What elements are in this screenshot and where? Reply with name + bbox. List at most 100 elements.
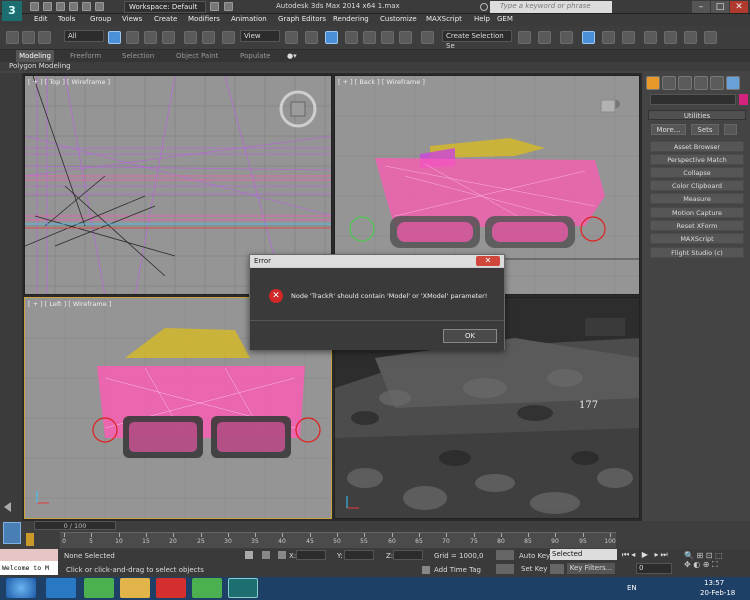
menu-views[interactable]: Views — [122, 15, 142, 23]
schematic-view-icon[interactable] — [622, 31, 635, 44]
z-coord-field[interactable] — [393, 550, 423, 560]
absolute-mode-icon[interactable] — [278, 551, 286, 559]
create-tab-icon[interactable] — [646, 76, 660, 90]
spinner-snap-icon[interactable] — [399, 31, 412, 44]
menu-rendering[interactable]: Rendering — [333, 15, 369, 23]
window-crossing-icon[interactable] — [162, 31, 175, 44]
3dsmax-taskbar-icon[interactable] — [228, 578, 258, 598]
flight-studio-button[interactable]: Flight Studio (c) — [650, 247, 744, 258]
undo-icon[interactable] — [6, 31, 19, 44]
menu-customize[interactable]: Customize — [380, 15, 417, 23]
material-editor-icon[interactable] — [644, 31, 657, 44]
object-color-swatch[interactable] — [739, 94, 748, 105]
close-icon[interactable]: ✕ — [730, 1, 748, 13]
track-bar[interactable]: 0 5 10 15 20 25 30 35 40 45 50 55 60 65 70 75 80 85 90 95 10… — [60, 532, 616, 548]
menu-animation[interactable]: Animation — [231, 15, 267, 23]
tab-object-paint[interactable]: Object Paint — [176, 52, 218, 60]
save-icon[interactable] — [56, 2, 65, 11]
tab-freeform[interactable]: Freeform — [70, 52, 101, 60]
app-logo[interactable]: 3 — [2, 1, 22, 21]
y-coord-field[interactable] — [344, 550, 374, 560]
move-icon[interactable] — [184, 31, 197, 44]
time-tag-icon[interactable] — [422, 566, 430, 574]
x-coord-field[interactable] — [296, 550, 326, 560]
undo-icon[interactable] — [69, 2, 78, 11]
menu-modifiers[interactable]: Modifiers — [188, 15, 220, 23]
snaps-toggle-icon[interactable] — [345, 31, 358, 44]
select-link-icon[interactable] — [38, 31, 51, 44]
select-by-name-icon[interactable] — [126, 31, 139, 44]
collapse-button[interactable]: Collapse — [650, 167, 744, 178]
menu-maxscript[interactable]: MAXScript — [426, 15, 462, 23]
viewport-label[interactable]: [ + ] [ Back ] [ Wireframe ] — [338, 78, 425, 86]
tab-selection[interactable]: Selection — [122, 52, 154, 60]
asset-browser-button[interactable]: Asset Browser — [650, 141, 744, 152]
select-manipulate-icon[interactable] — [305, 31, 318, 44]
set-key-icon[interactable] — [496, 564, 514, 574]
redo-icon[interactable] — [82, 2, 91, 11]
playback-controls[interactable]: ⏮◂ ▶ ▸⏭ — [622, 550, 680, 560]
search-icon[interactable] — [480, 3, 488, 11]
graphite-toggle-icon[interactable] — [582, 31, 595, 44]
project-folder-icon[interactable] — [95, 2, 104, 11]
add-time-tag[interactable]: Add Time Tag — [434, 566, 481, 574]
measure-button[interactable]: Measure — [650, 193, 744, 204]
redo-icon[interactable] — [22, 31, 35, 44]
quick-access-icon[interactable] — [224, 2, 233, 11]
ok-button[interactable]: OK — [443, 329, 497, 343]
modify-tab-icon[interactable] — [662, 76, 676, 90]
ie-icon[interactable] — [46, 578, 76, 598]
maxscript-mini-listener[interactable]: Welcome to M — [0, 561, 58, 575]
selection-filter-dropdown[interactable]: All — [64, 30, 104, 42]
percent-snap-icon[interactable] — [381, 31, 394, 44]
viewport-label[interactable]: [ + ] [ Left ] [ Wireframe ] — [28, 300, 111, 308]
new-icon[interactable] — [30, 2, 39, 11]
opera-icon[interactable] — [156, 578, 186, 598]
named-selection-dropdown[interactable]: Create Selection Se — [442, 30, 512, 50]
sets-button[interactable]: Sets — [691, 124, 719, 135]
menu-create[interactable]: Create — [154, 15, 177, 23]
quick-access-icon[interactable] — [210, 2, 219, 11]
keyboard-shortcut-icon[interactable] — [325, 31, 338, 44]
rotate-icon[interactable] — [202, 31, 215, 44]
hierarchy-tab-icon[interactable] — [678, 76, 692, 90]
minimize-icon[interactable]: – — [692, 1, 710, 13]
menu-tools[interactable]: Tools — [58, 15, 75, 23]
maxscript-button[interactable]: MAXScript — [650, 233, 744, 244]
close-icon[interactable]: ✕ — [476, 256, 500, 266]
layer-manager-icon[interactable] — [560, 31, 573, 44]
viewport-label[interactable]: [ + ] [ Top ] [ Wireframe ] — [28, 78, 110, 86]
expand-arrow-icon[interactable] — [4, 502, 11, 512]
mirror-icon[interactable] — [518, 31, 531, 44]
explorer-icon[interactable] — [120, 578, 150, 598]
object-name-field[interactable] — [650, 94, 736, 105]
menu-gem[interactable]: GEM — [497, 15, 513, 23]
ribbon-options-icon[interactable]: ●▾ — [287, 52, 297, 60]
display-tab-icon[interactable] — [710, 76, 724, 90]
mini-curve-editor-icon[interactable] — [3, 522, 21, 544]
current-frame-field[interactable]: 0 — [636, 563, 672, 574]
key-mode-dropdown[interactable]: Selected — [550, 549, 617, 560]
angle-snap-icon[interactable] — [363, 31, 376, 44]
auto-key-button[interactable]: Auto Key — [519, 552, 550, 560]
viewport-nav-controls[interactable]: 🔍 ⊞ ⊡ ⬚ ✥ ◐ ⊕ ⛶ — [684, 551, 746, 573]
isolate-selection-icon[interactable] — [262, 551, 270, 559]
open-icon[interactable] — [43, 2, 52, 11]
time-slider[interactable]: 0 / 100 — [34, 521, 116, 530]
perspective-match-button[interactable]: Perspective Match — [650, 154, 744, 165]
more-button[interactable]: More... — [651, 124, 686, 135]
utilities-tab-icon[interactable] — [726, 76, 740, 90]
color-clipboard-button[interactable]: Color Clipboard — [650, 180, 744, 191]
set-key-button[interactable]: Set Key — [521, 565, 547, 573]
menu-help[interactable]: Help — [474, 15, 490, 23]
default-in-out-icon[interactable] — [550, 564, 564, 574]
tab-modeling[interactable]: Modeling — [16, 50, 54, 62]
motion-tab-icon[interactable] — [694, 76, 708, 90]
motion-capture-button[interactable]: Motion Capture — [650, 207, 744, 218]
menu-graph-editors[interactable]: Graph Editors — [278, 15, 326, 23]
chrome-icon[interactable] — [84, 578, 114, 598]
language-indicator[interactable]: EN — [627, 584, 637, 592]
rect-selection-icon[interactable] — [144, 31, 157, 44]
configure-sets-icon[interactable] — [724, 124, 737, 135]
chrome-icon[interactable] — [192, 578, 222, 598]
